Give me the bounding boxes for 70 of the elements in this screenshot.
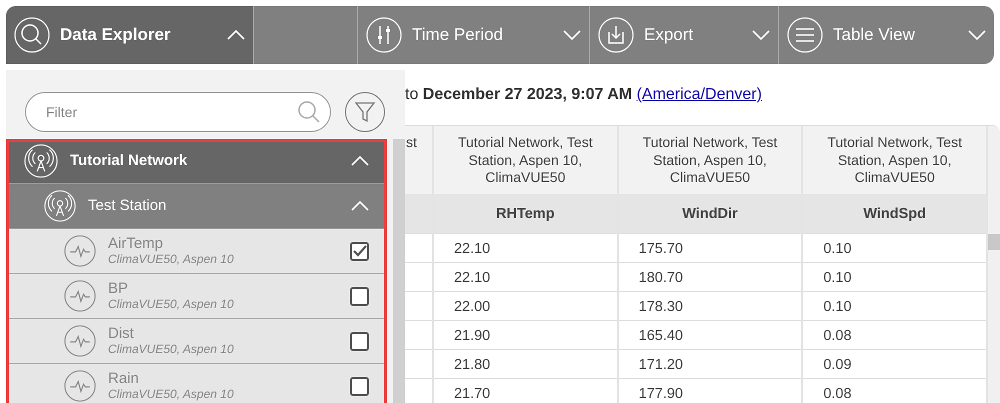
table-cell: 22.10	[434, 262, 617, 291]
waveform-icon	[64, 370, 96, 402]
list-icon	[787, 17, 823, 53]
sliders-icon	[366, 17, 402, 53]
toolbar-button[interactable]: Export	[589, 6, 778, 64]
waveform-icon	[64, 280, 96, 312]
filter-field[interactable]: Filter	[25, 92, 331, 132]
checkbox[interactable]	[350, 242, 369, 260]
table-cell: 177.90	[618, 378, 802, 403]
checkbox[interactable]	[350, 376, 369, 396]
sensor-detail: ClimaVUE50, Aspen 10	[108, 388, 235, 402]
column-header[interactable]: WindDir	[618, 194, 802, 233]
waveform-icon	[64, 325, 96, 357]
table-cell: 165.40	[618, 320, 802, 349]
sensor-row[interactable]: Dist ClimaVUE50, Aspen 10	[6, 319, 387, 364]
table-cell: 180.70	[618, 262, 802, 291]
checkbox[interactable]	[350, 332, 369, 350]
table-cell: 0.09	[803, 349, 986, 378]
table-cell: 171.20	[618, 349, 802, 378]
table-cell: 22.10	[434, 233, 617, 262]
search-icon	[297, 100, 321, 124]
table-cell: 21.80	[434, 349, 617, 378]
antenna-icon	[44, 190, 76, 222]
toolbar-button[interactable]: Time Period	[357, 6, 589, 64]
checkbox[interactable]	[350, 286, 369, 306]
antennas-icon	[24, 144, 58, 178]
table-cell: 0.08	[803, 378, 986, 403]
sensor-row[interactable]: Rain ClimaVUE50, Aspen 10	[6, 364, 387, 403]
sensor-row[interactable]: BP ClimaVUE50, Aspen 10	[6, 274, 387, 319]
chevron-up-icon	[227, 30, 245, 40]
table-cell: 22.00	[434, 291, 617, 320]
sensor-detail: ClimaVUE50, Aspen 10	[108, 252, 235, 267]
table-cell: 175.70	[618, 233, 802, 262]
table-cell: 0.10	[803, 262, 986, 291]
chevron-up-icon	[351, 156, 369, 166]
funnel-icon	[354, 100, 376, 124]
column-header[interactable]: WindSpd	[803, 194, 986, 233]
column-group-header: Tutorial Network, Test Station, Aspen 10, ClimaVUE50	[618, 126, 802, 194]
sensor-row[interactable]: AirTemp ClimaVUE50, Aspen 10	[6, 229, 387, 274]
sensor-detail: ClimaVUE50, Aspen 10	[108, 298, 235, 312]
table-cell: 0.10	[803, 291, 986, 320]
date-range-text: to December 27 2023, 9:07 AM	[405, 86, 632, 103]
sensor-name: Rain	[108, 370, 140, 388]
column-header[interactable]: RHTemp	[434, 194, 617, 233]
toolbar-button[interactable]: Data Explorer	[6, 6, 253, 64]
column-group-header: Tutorial Network, Test Station, Aspen 10, ClimaVUE50	[434, 126, 617, 194]
table-cell: 21.90	[434, 320, 617, 349]
chevron-down-icon	[968, 30, 986, 40]
scrollbar[interactable]	[393, 139, 405, 403]
sensor-name: BP	[108, 280, 130, 298]
station-row[interactable]: Test Station	[6, 184, 387, 229]
filter-button[interactable]	[345, 92, 385, 132]
chevron-up-icon	[351, 201, 369, 211]
toolbar-button[interactable]: Table View	[778, 6, 994, 64]
network-row[interactable]: Tutorial Network	[6, 139, 387, 184]
download-icon	[598, 17, 634, 53]
sensor-name: AirTemp	[108, 235, 164, 253]
scrollbar[interactable]	[988, 126, 1000, 403]
sensor-detail: ClimaVUE50, Aspen 10	[108, 342, 235, 357]
column-group-header: Tutorial Network, Test Station, Aspen 10, ClimaVUE50	[803, 126, 986, 194]
timezone-link[interactable]: (America/Denver)	[636, 86, 762, 103]
chevron-down-icon	[563, 30, 581, 40]
search-icon	[14, 17, 50, 53]
sensor-name: Dist	[108, 325, 135, 343]
table-cell: 21.70	[434, 378, 617, 403]
table-cell: 0.08	[803, 320, 986, 349]
table-cell: 178.30	[618, 291, 802, 320]
chevron-down-icon	[752, 30, 770, 40]
waveform-icon	[64, 235, 96, 267]
table-cell: 0.10	[803, 233, 986, 262]
